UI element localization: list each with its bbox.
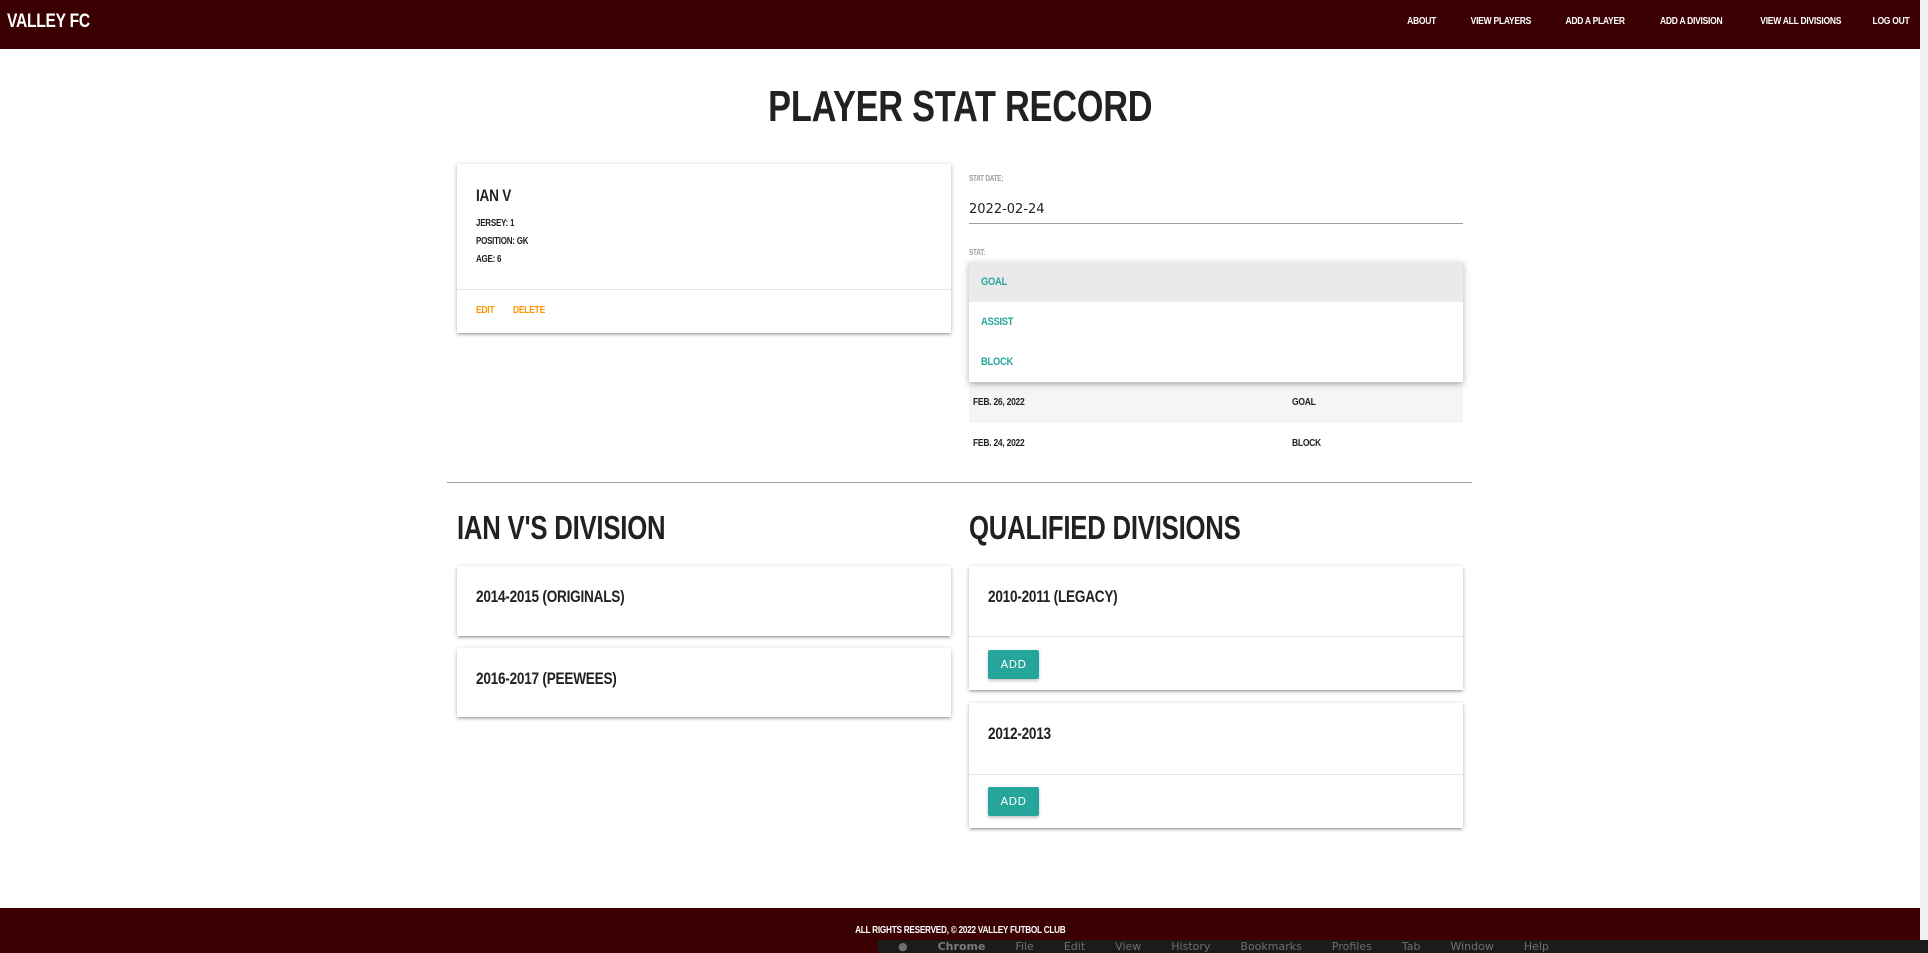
card-divider: [457, 289, 951, 290]
table-row: FEB. 26, 2022 GOAL: [969, 382, 1463, 423]
stat-option-block[interactable]: BLOCK: [969, 342, 1463, 382]
apple-icon[interactable]: ●: [898, 940, 908, 953]
qualified-division-name: 2010-2011 (LEGACY): [988, 587, 1118, 606]
stat-type-cell: GOAL: [1292, 397, 1320, 408]
qualified-division-card: 2010-2011 (LEGACY) ADD: [969, 566, 1463, 690]
nav-log-out[interactable]: LOG OUT: [1872, 16, 1909, 27]
stat-option-goal[interactable]: GOAL: [969, 262, 1463, 302]
qualified-division-card: 2012-2013 ADD: [969, 703, 1463, 828]
nav-add-player[interactable]: ADD A PLAYER: [1566, 16, 1626, 27]
stat-option-block-label: BLOCK: [981, 356, 1013, 368]
stat-type-text: BLOCK: [1292, 438, 1321, 449]
nav-links: ABOUT VIEW PLAYERS ADD A PLAYER ADD A DI…: [1378, 16, 1909, 27]
player-age: AGE: 6: [476, 254, 502, 265]
card-divider: [969, 774, 1463, 775]
division-card: 2016-2017 (PEEWEES): [457, 648, 951, 717]
os-menu-profiles[interactable]: Profiles: [1332, 940, 1372, 953]
player-position: POSITION: GK: [476, 236, 529, 247]
os-menu-window[interactable]: Window: [1450, 940, 1493, 953]
delete-link[interactable]: DELETE: [513, 305, 545, 316]
nav-view-players[interactable]: VIEW PLAYERS: [1471, 16, 1532, 27]
brand-logo[interactable]: VALLEY FC: [7, 11, 90, 33]
stats-table: FEB. 26, 2022 GOAL FEB. 24, 2022 BLOCK: [969, 382, 1463, 464]
os-menu-help[interactable]: Help: [1524, 940, 1549, 953]
nav-view-all-divisions[interactable]: VIEW ALL DIVISIONS: [1761, 16, 1842, 27]
stat-date-cell: FEB. 26, 2022: [969, 397, 1292, 408]
edit-link[interactable]: EDIT: [476, 305, 495, 316]
stat-date-input[interactable]: [969, 196, 1463, 224]
qualified-division-name: 2012-2013: [988, 724, 1051, 743]
nav-about[interactable]: ABOUT: [1407, 16, 1436, 27]
stat-date-cell: FEB. 24, 2022: [969, 438, 1292, 449]
card-divider: [969, 636, 1463, 637]
add-division-button[interactable]: ADD: [988, 787, 1039, 816]
footer-copyright: ALL RIGHTS RESERVED, © 2022 VALLEY FUTBO…: [0, 925, 1920, 936]
stat-label: STAT:: [969, 248, 985, 257]
stat-type-cell: BLOCK: [1292, 438, 1326, 449]
stat-date-label: STAT DATE:: [969, 174, 1004, 183]
stat-option-goal-label: GOAL: [981, 276, 1007, 288]
division-name: 2014-2015 (ORIGINALS): [476, 587, 625, 606]
qualified-divisions-title: QUALIFIED DIVISIONS: [969, 509, 1241, 546]
top-navbar: VALLEY FC ABOUT VIEW PLAYERS ADD A PLAYE…: [0, 0, 1920, 49]
page-scrollbar[interactable]: [1920, 0, 1928, 940]
page-title: PLAYER STAT RECORD: [0, 82, 1920, 132]
os-menu-bookmarks[interactable]: Bookmarks: [1240, 940, 1301, 953]
stat-dropdown[interactable]: GOAL ASSIST BLOCK: [969, 262, 1463, 382]
stat-option-assist-label: ASSIST: [981, 316, 1014, 328]
os-menu-items: ● Chrome File Edit View History Bookmark…: [898, 940, 1549, 953]
table-row: FEB. 24, 2022 BLOCK: [969, 423, 1463, 464]
os-menu-history[interactable]: History: [1171, 940, 1210, 953]
os-menu-tab[interactable]: Tab: [1402, 940, 1421, 953]
stat-option-assist[interactable]: ASSIST: [969, 302, 1463, 342]
os-menu-bar: ● Chrome File Edit View History Bookmark…: [878, 940, 1928, 953]
add-division-button[interactable]: ADD: [988, 650, 1039, 679]
player-card: IAN V JERSEY: 1 POSITION: GK AGE: 6 EDIT…: [457, 164, 951, 333]
os-menu-chrome[interactable]: Chrome: [938, 940, 986, 953]
os-menu-edit[interactable]: Edit: [1064, 940, 1085, 953]
footer-copyright-text: ALL RIGHTS RESERVED, © 2022 VALLEY FUTBO…: [854, 925, 1066, 936]
os-menu-file[interactable]: File: [1015, 940, 1033, 953]
division-name: 2016-2017 (PEEWEES): [476, 669, 617, 688]
stat-type-text: GOAL: [1292, 397, 1316, 408]
stat-date-text: FEB. 24, 2022: [973, 438, 1025, 449]
player-division-title: IAN V'S DIVISION: [457, 509, 666, 546]
player-jersey: JERSEY: 1: [476, 218, 515, 229]
nav-add-division[interactable]: ADD A DIVISION: [1660, 16, 1723, 27]
section-divider: [447, 482, 1472, 483]
division-card: 2014-2015 (ORIGINALS): [457, 566, 951, 636]
page-title-text: PLAYER STAT RECORD: [767, 82, 1153, 131]
stat-date-text: FEB. 26, 2022: [973, 397, 1025, 408]
player-name: IAN V: [476, 186, 512, 205]
os-menu-view[interactable]: View: [1115, 940, 1141, 953]
